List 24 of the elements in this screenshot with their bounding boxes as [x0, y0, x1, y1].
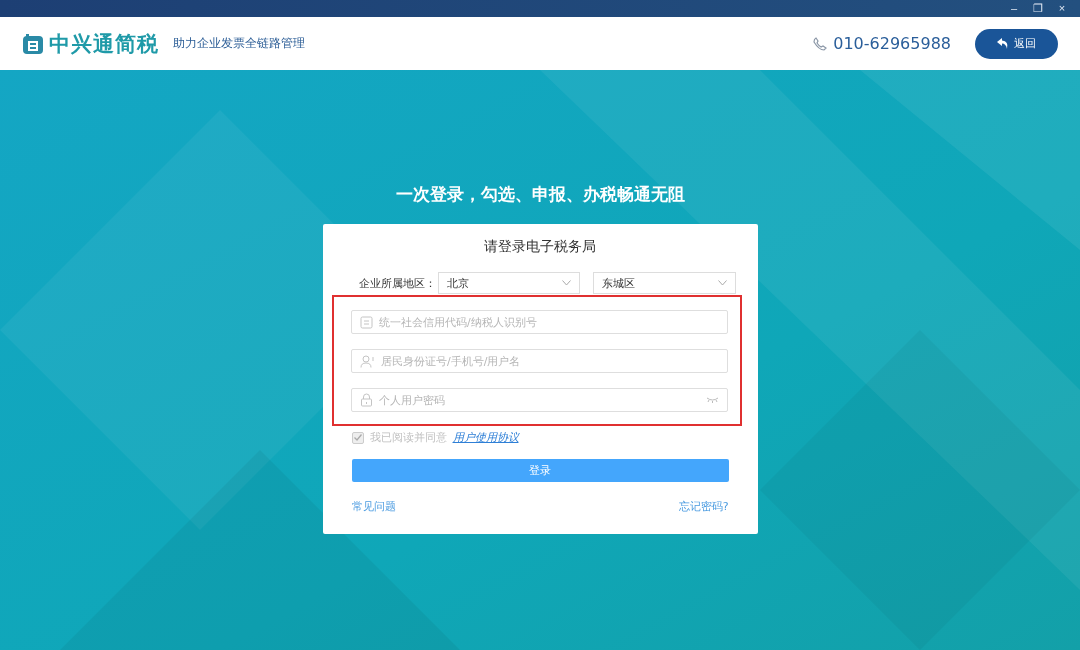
back-arrow-icon [997, 38, 1009, 49]
slogan-text: 助力企业发票全链路管理 [173, 35, 305, 52]
forgot-password-link[interactable]: 忘记密码? [678, 499, 729, 514]
login-button[interactable]: 登录 [351, 459, 729, 482]
phone-icon [813, 36, 828, 51]
close-button[interactable]: × [1052, 0, 1072, 17]
app-logo-text: 中兴通简税 [49, 30, 159, 58]
faq-link[interactable]: 常见问题 [351, 499, 396, 514]
card-icon [360, 315, 373, 329]
logo-icon [22, 32, 44, 55]
lock-icon [360, 393, 373, 407]
chevron-down-icon [562, 280, 571, 286]
region-select[interactable]: 东城区 [593, 272, 736, 294]
restore-button[interactable]: ❐ [1028, 0, 1048, 17]
headline: 一次登录，勾选、申报、办税畅通无阻 [395, 183, 685, 206]
region-select[interactable]: 北京 [437, 272, 580, 294]
chevron-down-icon [717, 280, 727, 286]
phone-number: 010-62965988 [833, 34, 951, 53]
card-title: 请登录电子税务局 [484, 238, 596, 256]
eye-closed-icon[interactable] [706, 397, 719, 403]
back-button[interactable]: 返回 [975, 28, 1058, 59]
minimize-button[interactable]: – [1004, 0, 1024, 17]
user-icon [360, 354, 375, 368]
region-label: 企业所属地区： [358, 275, 436, 291]
